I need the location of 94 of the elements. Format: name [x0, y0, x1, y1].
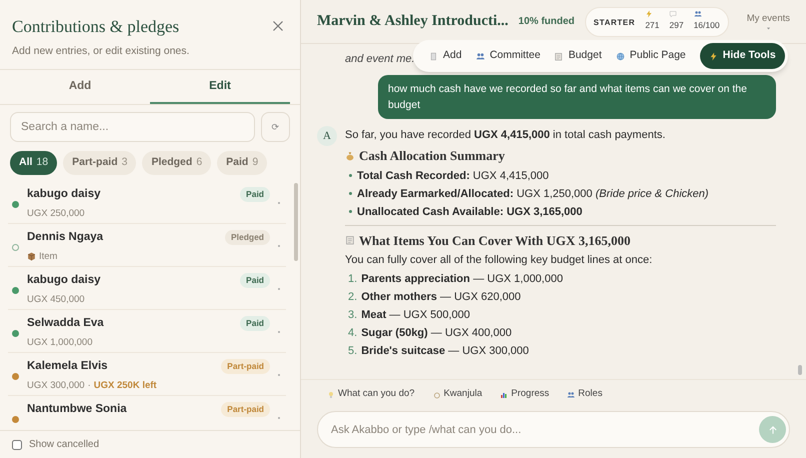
money-bag-icon	[345, 150, 355, 161]
event-title: Marvin & Ashley Introducti...	[317, 12, 508, 32]
checkbox-label: Show cancelled	[29, 438, 100, 452]
panel-subtitle: Add new entries, or edit existing ones.	[12, 44, 190, 58]
bullet-icon	[349, 174, 352, 177]
lightbulb-icon	[327, 390, 335, 398]
close-icon	[272, 20, 284, 32]
people-icon	[567, 390, 576, 398]
people-icon	[694, 10, 702, 18]
list-item: Unallocated Cash Available: UGX 3,165,000	[357, 204, 582, 220]
plan-label: STARTER	[594, 16, 636, 28]
list-item: Sugar (50kg) — UGX 400,000	[361, 326, 512, 341]
list-number: 3.	[348, 308, 358, 323]
lightning-icon	[708, 52, 718, 60]
assistant-avatar: A	[317, 126, 337, 146]
suggestion-chip[interactable]: Progress	[500, 387, 550, 402]
filter-chip[interactable]: Part-paid 3	[63, 151, 136, 176]
contribution-amount: UGX 450,000	[27, 292, 85, 306]
contribution-amount: UGX 1,000,000	[27, 336, 92, 350]
section-heading: Cash Allocation Summary	[359, 147, 505, 165]
bullet-icon	[349, 210, 352, 213]
contributor-name: kabugo daisy	[27, 187, 102, 202]
lightning-icon	[645, 10, 654, 18]
clipboard-icon	[345, 235, 355, 246]
contributor-name: Nantumbwe Sonia	[27, 402, 128, 418]
toolbar-button[interactable]: Add	[429, 48, 462, 64]
my-events-menu[interactable]: My events	[746, 12, 790, 32]
caret-icon	[766, 26, 771, 32]
list-item: Total Cash Recorded: UGX 4,415,000	[357, 168, 549, 184]
filter-chip[interactable]: Paid 9	[217, 151, 268, 176]
message-paragraph: So far, you have recorded UGX 4,415,000 in total cash payments.	[345, 128, 666, 143]
filter-chip[interactable]: Pledged 6	[142, 151, 212, 176]
funded-label: 10% funded	[518, 15, 575, 29]
status-badge: Part-paid	[221, 359, 270, 374]
contributor-name: Selwadda Eva	[27, 316, 105, 332]
list-item: Parents appreciation — UGX 1,000,000	[361, 272, 563, 287]
bar-chart-icon	[500, 390, 508, 398]
bullet-icon	[349, 192, 352, 195]
message-paragraph: You can fully cover all of the following key budget lines at once:	[345, 253, 654, 268]
contribution-row[interactable]: Kalemela Elvis UGX 300,000 · UGX 250K left Part-paid	[8, 353, 286, 396]
list-item: Bride's suitcase — UGX 300,000	[361, 344, 529, 359]
list-item: Already Earmarked/Allocated: UGX 1,250,000 (Bride price & Chicken)	[357, 186, 709, 202]
list-number: 4.	[348, 326, 358, 341]
people-icon	[476, 52, 485, 60]
contribution-amount: Item	[39, 250, 58, 264]
status-badge: Paid	[240, 316, 270, 332]
contributor-name: Dennis Ngaya	[27, 230, 104, 246]
scrollbar[interactable]	[294, 183, 298, 262]
contribution-row[interactable]: Dennis Ngaya Item Pledged	[8, 224, 286, 268]
section-heading: What Items You Can Cover With UGX 3,165,000	[359, 232, 630, 250]
scrollbar[interactable]	[798, 365, 802, 375]
contribution-row[interactable]: Selwadda Eva UGX 1,000,000 Paid	[8, 310, 286, 354]
globe-icon	[616, 52, 625, 60]
user-message: how much cash have we recorded so far and what items can we cover on the budget	[378, 75, 776, 119]
list-item: Other mothers — UGX 620,000	[361, 290, 521, 305]
toolbar-button[interactable]: Budget	[554, 48, 602, 64]
suggestion-chip[interactable]: Kwanjula	[432, 387, 482, 402]
status-badge: Pledged	[224, 230, 270, 246]
chat-bubble-icon	[669, 10, 678, 18]
toolbar-button[interactable]: Public Page	[616, 48, 686, 64]
show-cancelled-checkbox[interactable]	[12, 440, 22, 450]
list-number: 1.	[348, 272, 358, 287]
arrow-up-icon	[768, 424, 778, 434]
stat-value: 16/100	[694, 18, 720, 32]
status-badge: Paid	[240, 187, 270, 202]
status-badge: Part-paid	[221, 402, 270, 418]
list-number: 2.	[348, 290, 358, 305]
list-number: 5.	[348, 344, 358, 359]
contribution-row[interactable]: kabugo daisy UGX 450,000 Paid	[8, 267, 286, 310]
panel-title: Contributions & pledges	[12, 16, 180, 38]
tab[interactable]: Add	[10, 70, 150, 104]
filter-chip[interactable]: All 18	[10, 151, 58, 176]
suggestion-chip[interactable]: Roles	[567, 387, 602, 402]
stat-value: 271	[645, 18, 660, 32]
separator-dot: ·	[88, 378, 91, 392]
toolbar-button[interactable]: Committee	[476, 48, 540, 64]
contribution-amount: UGX 300,000	[27, 378, 85, 392]
chat-input[interactable]: Ask Akabbo or type /what can you do...	[317, 411, 790, 448]
stat-value: 297	[669, 18, 684, 32]
suggestion-chip[interactable]: What can you do?	[327, 387, 415, 402]
message-text: and event me.	[345, 52, 415, 67]
search-field[interactable]: Search a name...	[10, 112, 255, 142]
contributor-name: Kalemela Elvis	[27, 359, 109, 374]
contributor-name: kabugo daisy	[27, 273, 102, 288]
remaining-amount: UGX 250K left	[94, 378, 157, 392]
document-icon	[429, 52, 438, 60]
toolbar-button[interactable]: Hide Tools	[700, 43, 785, 69]
clipboard-icon	[554, 52, 564, 60]
contribution-amount: UGX 250,000	[27, 206, 85, 220]
contribution-row[interactable]: kabugo daisy UGX 250,000 Paid	[8, 181, 286, 224]
ring-icon	[432, 390, 441, 398]
tab[interactable]: Edit	[150, 70, 290, 104]
list-item: Meat — UGX 500,000	[361, 308, 470, 323]
status-badge: Paid	[240, 273, 270, 288]
